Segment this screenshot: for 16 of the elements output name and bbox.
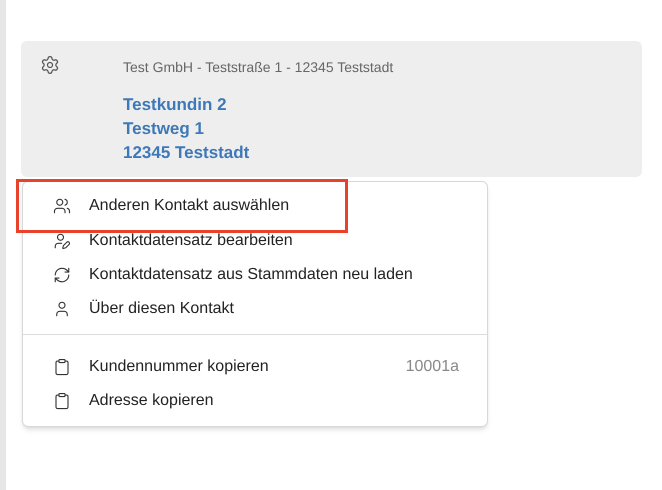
menu-item[interactable]: Kontaktdatensatz aus Stammdaten neu laden <box>23 258 487 292</box>
address-line: 12345 Teststadt <box>123 142 250 164</box>
settings-icon[interactable] <box>40 55 60 75</box>
customer-number: 10001a <box>406 357 459 377</box>
address-line: Testweg 1 <box>123 118 205 140</box>
refresh-icon <box>53 266 71 284</box>
user-icon <box>53 300 71 318</box>
users-icon <box>53 197 71 215</box>
menu-item[interactable]: Über diesen Kontakt <box>23 292 487 326</box>
clipboard-icon <box>53 392 71 410</box>
company-line: Test GmbH - Teststraße 1 - 12345 Teststadt <box>123 58 394 77</box>
menu-item[interactable]: Kundennummer kopieren 10001a <box>23 350 487 384</box>
menu-item[interactable]: Adresse kopieren <box>23 384 487 418</box>
user-edit-icon <box>53 232 71 250</box>
address-line: Testkundin 2 <box>123 94 228 116</box>
clipboard-icon <box>53 358 71 376</box>
